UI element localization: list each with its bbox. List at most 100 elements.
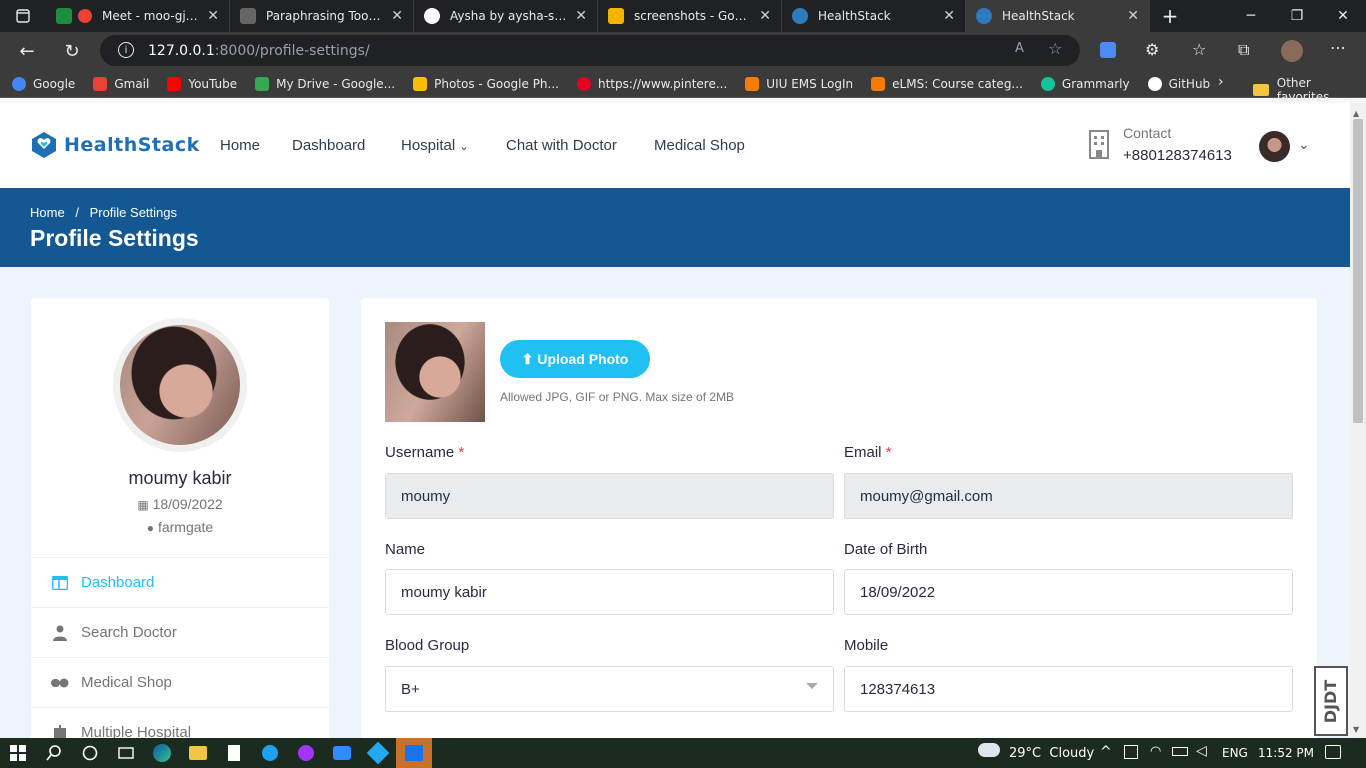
info-icon[interactable]: i — [118, 42, 134, 58]
nav-home[interactable]: Home — [220, 137, 260, 154]
breadcrumb: Home / Profile Settings — [30, 205, 177, 220]
close-icon[interactable]: ✕ — [575, 8, 587, 24]
language-indicator[interactable]: ENG — [1222, 746, 1248, 760]
notifications-icon[interactable] — [1325, 745, 1341, 759]
browser-profile-avatar[interactable] — [1281, 40, 1303, 62]
sidebar-item-label: Search Doctor — [81, 624, 177, 641]
browser-tab[interactable]: Paraphrasing Tool | Qu ✕ — [230, 0, 414, 32]
close-icon[interactable]: ✕ — [759, 8, 771, 24]
sidebar-item-dashboard[interactable]: Dashboard — [31, 557, 329, 607]
nav-hospital[interactable]: Hospital ⌄ — [401, 137, 469, 154]
email-field[interactable]: moumy@gmail.com — [844, 473, 1293, 519]
google-icon — [12, 76, 26, 91]
zoom-icon[interactable] — [324, 738, 360, 768]
file-explorer-icon[interactable] — [180, 738, 216, 768]
more-icon[interactable]: ⋯ — [1330, 38, 1346, 57]
wifi-icon[interactable]: ◠ — [1150, 744, 1161, 759]
chevron-right-icon[interactable]: › — [1218, 74, 1224, 90]
scroll-down-icon[interactable]: ▼ — [1353, 725, 1363, 734]
bookmark-drive[interactable]: My Drive - Google... — [255, 76, 395, 91]
bookmark-photos[interactable]: Photos - Google Ph... — [413, 76, 559, 91]
dashboard-icon — [51, 574, 69, 592]
cortana-icon[interactable] — [72, 738, 108, 768]
sidebar-item-medical-shop[interactable]: Medical Shop — [31, 657, 329, 707]
dob-field[interactable]: 18/09/2022 — [844, 569, 1293, 615]
bookmark-google[interactable]: Google — [12, 76, 75, 91]
tab-actions-icon[interactable] — [0, 0, 46, 32]
mobile-field[interactable]: 128374613 — [844, 666, 1293, 712]
browser-tab[interactable]: Meet - moo-gjaa ✕ — [46, 0, 230, 32]
chevron-down-icon[interactable]: ⌄ — [1298, 137, 1310, 153]
user-avatar[interactable] — [1259, 131, 1290, 162]
windows-start-icon[interactable] — [0, 738, 36, 768]
sidebar-item-search-doctor[interactable]: Search Doctor — [31, 607, 329, 657]
new-tab-icon[interactable]: + — [1150, 0, 1190, 32]
hospital-icon — [51, 724, 69, 738]
extension-icon[interactable] — [1100, 42, 1116, 58]
close-icon[interactable]: ✕ — [943, 8, 955, 24]
username-field[interactable]: moumy — [385, 473, 834, 519]
browser-tab-active[interactable]: HealthStack ✕ — [966, 0, 1150, 32]
dob-label: Date of Birth — [844, 541, 928, 558]
minimize-icon[interactable]: ─ — [1228, 0, 1274, 32]
sync-icon[interactable] — [1124, 745, 1138, 759]
nav-dashboard[interactable]: Dashboard — [292, 137, 365, 154]
debug-toolbar-handle[interactable]: DJDT — [1314, 666, 1348, 736]
edge-icon[interactable] — [144, 738, 180, 768]
other-favorites-label: Other favorites — [1276, 76, 1330, 104]
scroll-up-icon[interactable]: ▲ — [1353, 109, 1363, 118]
sidebar-item-label: Dashboard — [81, 574, 155, 591]
bookmark-grammarly[interactable]: Grammarly — [1040, 76, 1130, 91]
back-icon[interactable]: ← — [0, 41, 54, 62]
search-icon[interactable] — [36, 738, 72, 768]
volume-icon[interactable]: ◁ — [1196, 743, 1207, 759]
extensions-icon[interactable]: ⚙ — [1145, 40, 1159, 59]
restore-icon[interactable]: ❐ — [1274, 0, 1320, 32]
other-favorites[interactable]: Other favorites — [1253, 76, 1366, 104]
refresh-icon[interactable]: ↻ — [54, 41, 90, 62]
chevron-up-icon[interactable]: ^ — [1100, 744, 1112, 760]
email-value: moumy@gmail.com — [860, 487, 993, 505]
url-input[interactable]: i 127.0.0.1:8000/profile-settings/ A ☆ — [100, 35, 1080, 66]
site-logo[interactable]: HealthStack — [28, 129, 200, 161]
favorites-icon[interactable]: ☆ — [1192, 40, 1206, 59]
twitter-icon[interactable] — [252, 738, 288, 768]
weather-text[interactable]: 29°C Cloudy — [1009, 746, 1094, 761]
messenger-icon[interactable] — [288, 738, 324, 768]
bookmark-gmail[interactable]: Gmail — [93, 76, 149, 91]
battery-icon[interactable] — [1172, 747, 1188, 756]
vscode-icon[interactable] — [360, 738, 396, 768]
brand-name: HealthStack — [64, 134, 200, 156]
upload-photo-button[interactable]: ⬆ Upload Photo — [500, 340, 650, 378]
cloud-icon[interactable] — [978, 743, 1000, 757]
browser-tab[interactable]: HealthStack ✕ — [782, 0, 966, 32]
sidebar-item-multiple-hospital[interactable]: Multiple Hospital — [31, 707, 329, 738]
browser-tab[interactable]: screenshots - Google ✕ — [598, 0, 782, 32]
bookmark-uiu[interactable]: UIU EMS LogIn — [745, 76, 853, 91]
scrollbar-thumb[interactable] — [1353, 119, 1363, 423]
breadcrumb-home[interactable]: Home — [30, 205, 65, 220]
close-icon[interactable]: ✕ — [207, 8, 219, 24]
tab-title: HealthStack — [818, 9, 891, 23]
bookmark-github[interactable]: GitHub — [1147, 76, 1210, 91]
bookmark-elms[interactable]: eLMS: Course categ... — [871, 76, 1023, 91]
read-aloud-icon[interactable]: A — [1015, 41, 1024, 56]
collections-icon[interactable]: ⧉ — [1238, 40, 1249, 60]
window-close-icon[interactable]: ✕ — [1320, 0, 1366, 32]
bookmark-youtube[interactable]: YouTube — [167, 76, 237, 91]
page-scrollbar[interactable]: ▲ ▼ — [1350, 103, 1366, 738]
browser-tab[interactable]: Aysha by aysha-siddik ✕ — [414, 0, 598, 32]
nav-medical-shop[interactable]: Medical Shop — [654, 137, 745, 154]
tab-title: screenshots - Google — [634, 9, 752, 23]
nav-chat-with-doctor[interactable]: Chat with Doctor — [506, 137, 617, 154]
task-view-icon[interactable] — [108, 738, 144, 768]
favorite-star-icon[interactable]: ☆ — [1048, 39, 1062, 58]
photo-app-icon[interactable] — [396, 738, 432, 768]
bookmark-pinterest[interactable]: https://www.pintere... — [576, 76, 727, 91]
close-icon[interactable]: ✕ — [1127, 8, 1139, 24]
close-icon[interactable]: ✕ — [391, 8, 403, 24]
clock[interactable]: 11:52 PM — [1258, 746, 1314, 760]
blood-group-select[interactable]: B+ — [385, 666, 834, 712]
name-field[interactable]: moumy kabir — [385, 569, 834, 615]
notepad-icon[interactable] — [216, 738, 252, 768]
